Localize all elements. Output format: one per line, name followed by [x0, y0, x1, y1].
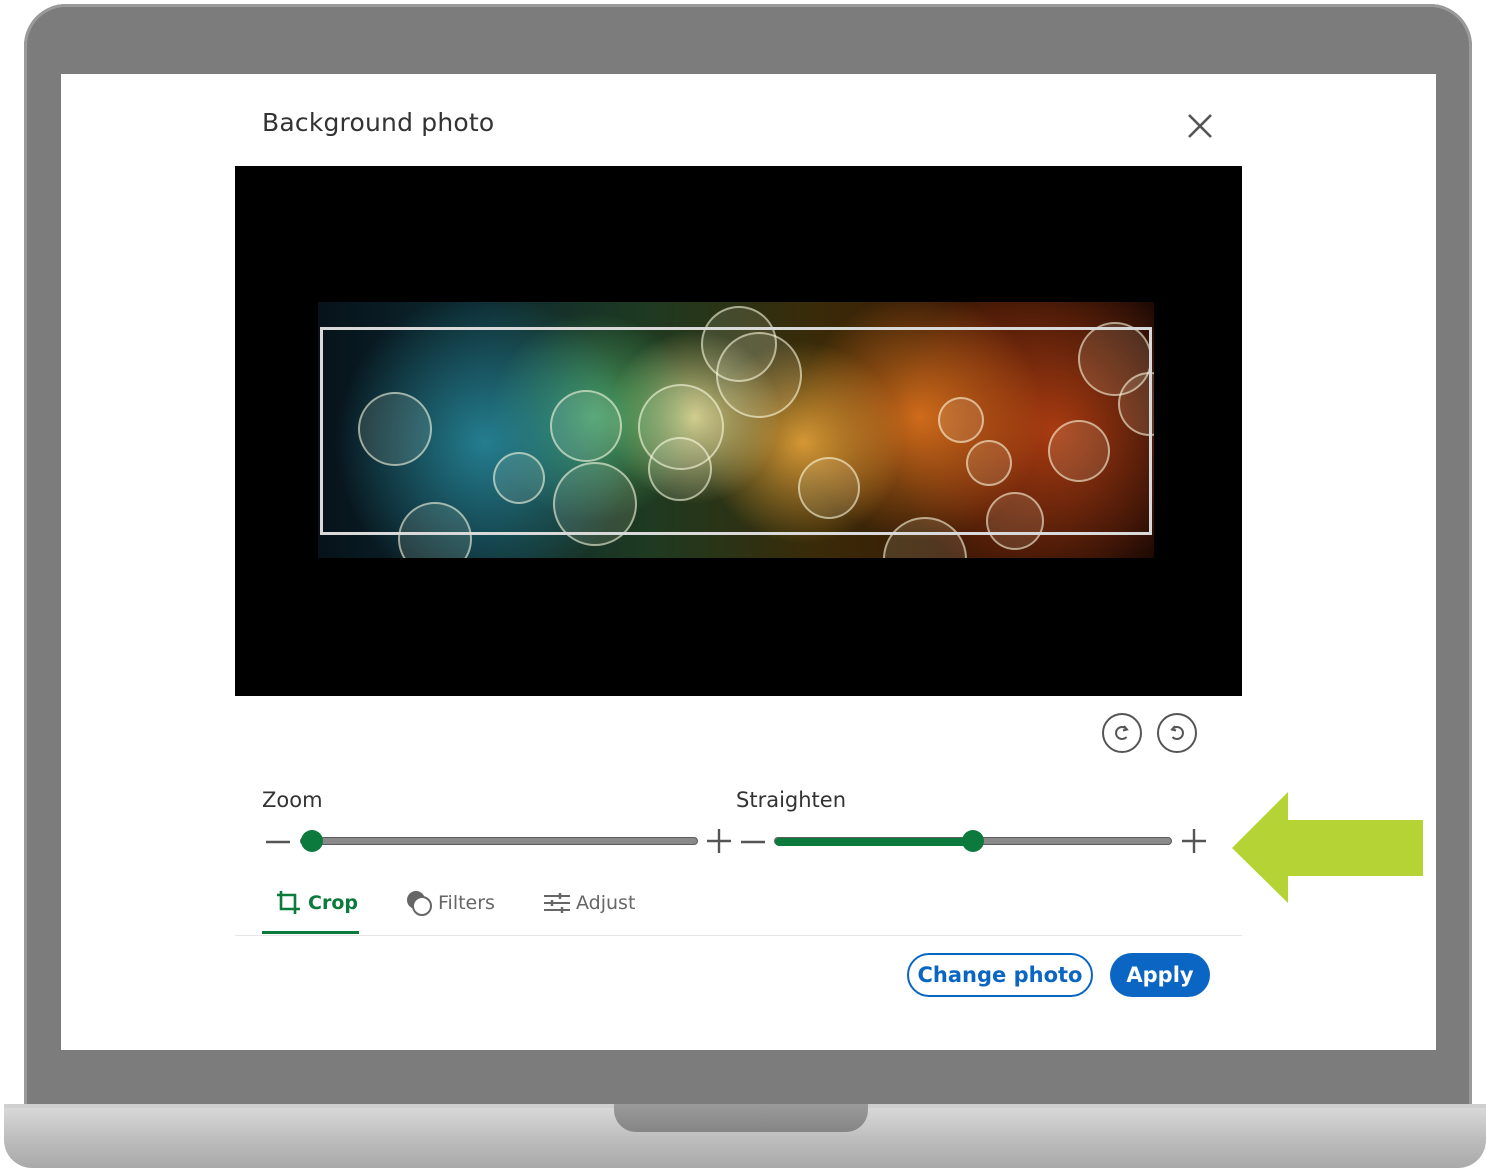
straighten-slider-thumb[interactable] [962, 830, 984, 852]
rotate-left-icon [1115, 725, 1129, 740]
tab-crop[interactable]: Crop [274, 888, 358, 918]
minus-icon [741, 840, 765, 844]
laptop-notch [614, 1104, 868, 1132]
rotate-clockwise-button[interactable] [1157, 713, 1197, 753]
zoom-slider[interactable] [300, 837, 698, 845]
straighten-increase-button[interactable] [1181, 828, 1207, 858]
tab-filters[interactable]: Filters [404, 888, 495, 918]
tab-adjust-label: Adjust [576, 892, 636, 914]
crop-icon [277, 891, 300, 914]
change-photo-button[interactable]: Change photo [907, 953, 1093, 997]
tab-crop-label: Crop [308, 892, 358, 914]
annotation-arrow-icon [1232, 792, 1423, 903]
tab-filters-label: Filters [438, 892, 495, 914]
adjust-icon [544, 893, 570, 913]
tab-adjust[interactable]: Adjust [542, 888, 635, 918]
close-button[interactable] [1182, 108, 1218, 144]
plus-icon [707, 829, 731, 853]
filters-icon [407, 891, 432, 916]
rotate-counterclockwise-button[interactable] [1102, 713, 1142, 753]
zoom-increase-button[interactable] [706, 828, 732, 858]
rotate-right-icon [1170, 725, 1184, 740]
zoom-label: Zoom [262, 788, 323, 812]
straighten-label: Straighten [736, 788, 847, 812]
active-tab-indicator [262, 931, 359, 934]
straighten-slider-fill [775, 838, 974, 846]
zoom-decrease-button[interactable] [265, 829, 291, 859]
close-icon [1188, 114, 1212, 138]
straighten-decrease-button[interactable] [740, 829, 766, 859]
plus-icon [1182, 829, 1206, 853]
minus-icon [266, 840, 290, 844]
dialog-title: Background photo [262, 108, 495, 137]
tabs-divider [235, 935, 1242, 936]
apply-button[interactable]: Apply [1110, 953, 1210, 997]
crop-frame[interactable] [320, 327, 1152, 535]
zoom-slider-thumb[interactable] [301, 830, 323, 852]
